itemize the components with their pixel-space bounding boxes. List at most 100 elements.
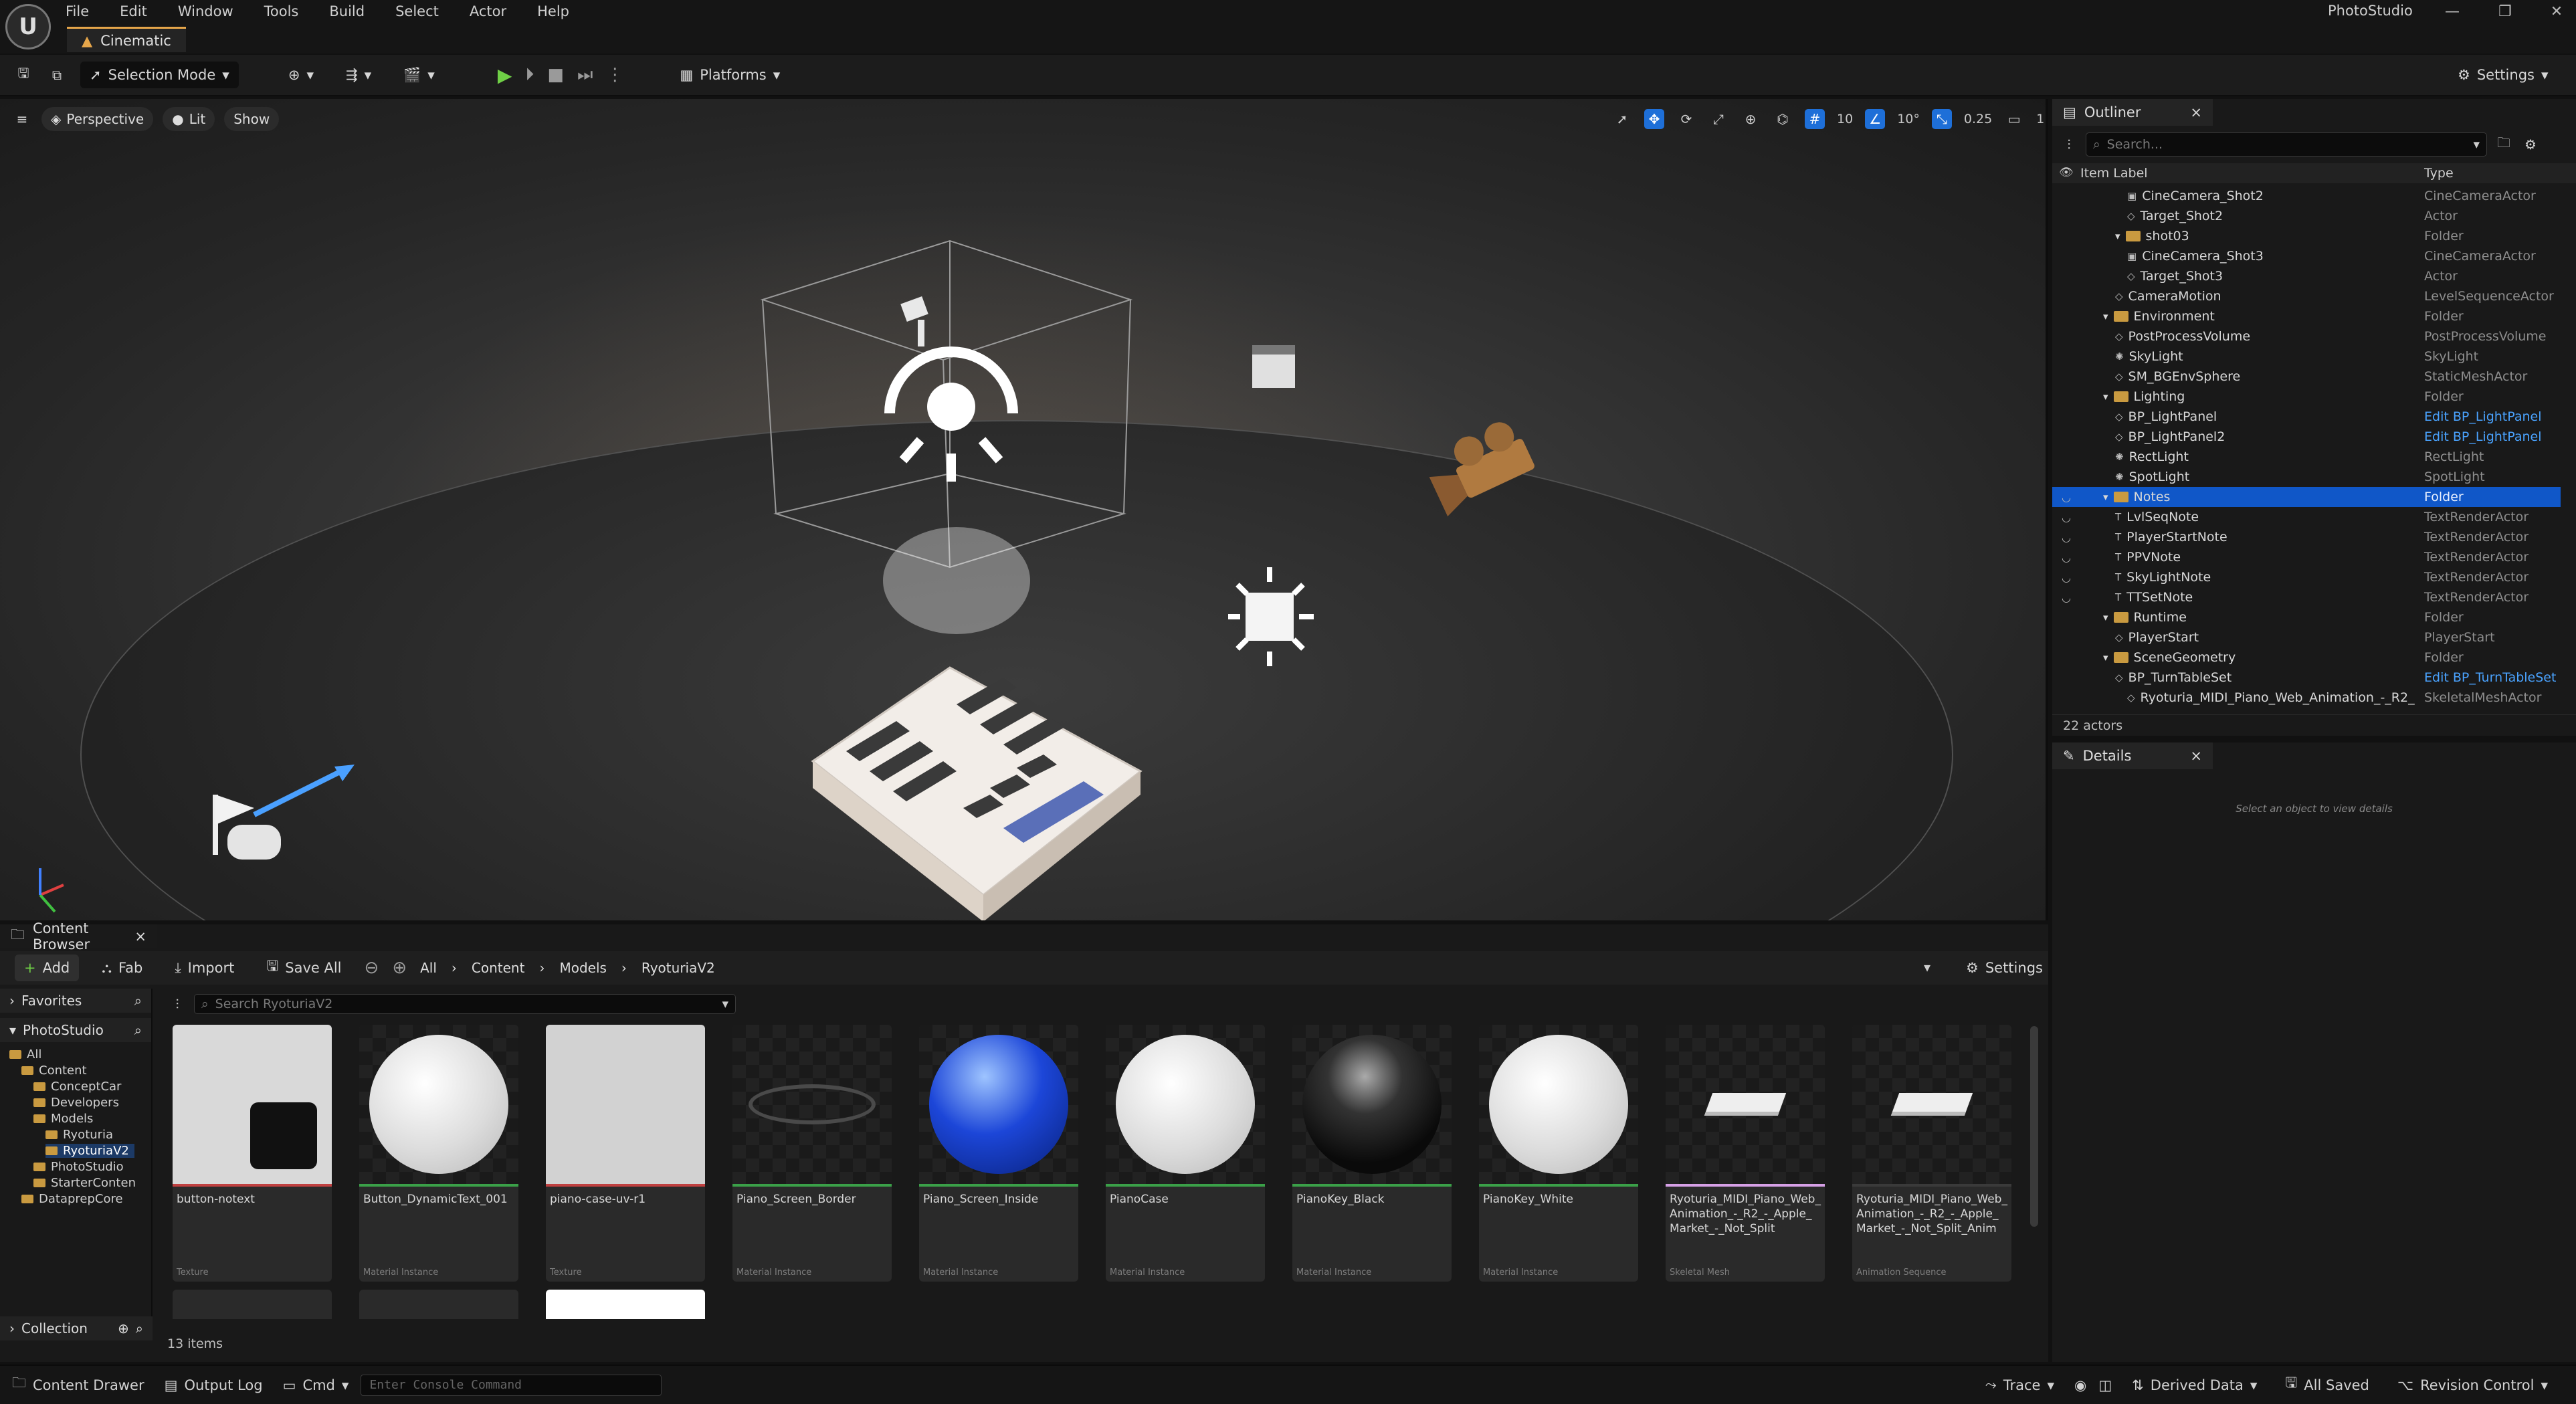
save-icon[interactable]: 🖫 — [13, 65, 33, 85]
outliner-row[interactable]: ◇ BP_LightPanel Edit BP_LightPanel — [2052, 407, 2561, 427]
content-drawer-button[interactable]: 🗀 Content Drawer — [4, 1372, 153, 1399]
outliner-row[interactable]: ◇ Target_Shot3 Actor — [2052, 266, 2561, 286]
asset-tile-partial[interactable] — [359, 1290, 518, 1319]
chevron-down-icon[interactable]: ▾ — [2103, 310, 2108, 322]
revision-control-button[interactable]: ⌥ Revision Control ▾ — [2389, 1372, 2556, 1399]
visibility-eye-icon[interactable]: ◡ — [2062, 591, 2071, 604]
close-tab-icon[interactable]: × — [2190, 104, 2202, 120]
launch-icon[interactable]: ⏭ — [577, 65, 593, 86]
outliner-row[interactable]: ◡ T LvlSeqNote TextRenderActor — [2052, 507, 2561, 527]
settings-dropdown[interactable]: ⚙ Settings ▾ — [2448, 62, 2558, 88]
output-log-button[interactable]: ▤ Output Log — [157, 1372, 271, 1399]
chevron-down-icon[interactable]: ▾ — [2103, 491, 2108, 503]
level-viewport[interactable]: ≡ ◈ Perspective ● Lit Show ➚ ✥ ⟳ ⤢ ⊕ ⌬ #… — [0, 99, 2048, 920]
outliner-row[interactable]: ▣ CineCamera_Shot3 CineCameraActor — [2052, 246, 2561, 266]
outliner-row[interactable]: ◇ BP_LightPanel2 Edit BP_LightPanel — [2052, 427, 2561, 447]
console-input[interactable]: Enter Console Command — [361, 1374, 662, 1396]
outliner-row[interactable]: ◡ T PPVNote TextRenderActor — [2052, 547, 2561, 567]
outliner-row[interactable]: ▾ Environment Folder — [2052, 306, 2561, 326]
visibility-eye-icon[interactable]: ◡ — [2062, 571, 2071, 584]
outliner-row[interactable]: ◡ T TTSetNote TextRenderActor — [2052, 587, 2561, 607]
play-icon[interactable]: ▶ — [498, 64, 512, 86]
outliner-row[interactable]: ▣ CineCamera_Shot2 CineCameraActor — [2052, 186, 2561, 206]
eye-icon[interactable]: 👁 — [2059, 166, 2074, 179]
menu-build[interactable]: Build — [329, 3, 365, 19]
asset-tile[interactable]: piano-case-uv-r1 Texture — [546, 1025, 705, 1282]
menu-help[interactable]: Help — [537, 3, 569, 19]
add-folder-icon[interactable]: 🗀 — [2494, 134, 2514, 155]
asset-tile-partial[interactable] — [546, 1290, 705, 1319]
outliner-tab[interactable]: ▤ Outliner × — [2052, 99, 2213, 126]
outliner-row[interactable]: ▾ Runtime Folder — [2052, 607, 2561, 627]
add-actor-dropdown[interactable]: ⊕ ▾ — [279, 62, 323, 88]
step-icon[interactable]: ⏵ — [525, 65, 534, 86]
all-saved-button[interactable]: 🖫 All Saved — [2277, 1372, 2377, 1399]
menu-window[interactable]: Window — [178, 3, 233, 19]
asset-tile[interactable]: Button_DynamicText_001 Material Instance — [359, 1025, 518, 1282]
asset-tile[interactable]: PianoKey_Black Material Instance — [1292, 1025, 1452, 1282]
trace-dropdown[interactable]: ⤳ Trace ▾ — [1977, 1372, 2062, 1399]
edit-blueprint-link[interactable]: Edit BP_LightPanel — [2424, 429, 2542, 444]
menu-edit[interactable]: Edit — [120, 3, 147, 19]
record-icon[interactable]: ◉ — [2074, 1377, 2086, 1393]
cmd-dropdown[interactable]: ▭ Cmd ▾ — [275, 1372, 357, 1399]
edit-blueprint-link[interactable]: Edit BP_LightPanel — [2424, 409, 2542, 424]
asset-tile-partial[interactable] — [173, 1290, 332, 1319]
asset-scrollbar[interactable] — [2030, 1026, 2038, 1227]
asset-tile[interactable]: Ryoturia_MIDI_Piano_Web_Animation_-_R2_-… — [1666, 1025, 1825, 1282]
outliner-row[interactable]: ◡ ▾ Notes Folder — [2052, 487, 2561, 507]
chevron-down-icon[interactable]: ▾ — [2103, 611, 2108, 623]
outliner-row[interactable]: ◇ BP_TurnTableSet Edit BP_TurnTableSet — [2052, 668, 2561, 688]
outliner-row[interactable]: ◇ PostProcessVolume PostProcessVolume — [2052, 326, 2561, 346]
camera-icon[interactable]: ◫ — [2098, 1377, 2112, 1393]
blueprint-dropdown[interactable]: ⇶ ▾ — [336, 62, 381, 88]
asset-tile[interactable]: Piano_Screen_Border Material Instance — [732, 1025, 892, 1282]
menu-tools[interactable]: Tools — [264, 3, 299, 19]
asset-tile[interactable]: button-notext Texture — [173, 1025, 332, 1282]
outliner-row[interactable]: ▾ Lighting Folder — [2052, 387, 2561, 407]
outliner-row[interactable]: ◇ PlayerStart PlayerStart — [2052, 627, 2561, 647]
col-item-label[interactable]: Item Label — [2080, 166, 2148, 181]
col-type[interactable]: Type — [2424, 166, 2454, 181]
minimize-icon[interactable]: — — [2445, 3, 2460, 20]
menu-file[interactable]: File — [66, 3, 89, 19]
outliner-row[interactable]: ◇ CameraMotion LevelSequenceActor — [2052, 286, 2561, 306]
outliner-row[interactable]: ✺ SpotLight SpotLight — [2052, 467, 2561, 487]
outliner-row[interactable]: ◇ Ryoturia_MIDI_Piano_Web_Animation_-_R2_… — [2052, 688, 2561, 708]
outliner-search-input[interactable]: ⌕ Search... ▾ — [2086, 132, 2487, 157]
chevron-down-icon[interactable]: ▾ — [2103, 391, 2108, 403]
outliner-row[interactable]: ✺ SkyLight SkyLight — [2052, 346, 2561, 367]
details-tab[interactable]: ✎ Details × — [2052, 742, 2213, 769]
close-tab-icon[interactable]: × — [2190, 748, 2202, 764]
asset-tile[interactable]: Piano_Screen_Inside Material Instance — [919, 1025, 1078, 1282]
source-control-icon[interactable]: ⧉ — [47, 65, 67, 85]
unreal-logo-icon[interactable]: U — [5, 4, 51, 49]
chevron-down-icon[interactable]: ▾ — [2115, 230, 2120, 242]
visibility-eye-icon[interactable]: ◡ — [2062, 511, 2071, 524]
level-tab-cinematic[interactable]: ▲ Cinematic — [67, 27, 186, 52]
selection-mode-dropdown[interactable]: ➚ Selection Mode ▾ — [80, 62, 239, 88]
more-options-icon[interactable]: ⋮ — [606, 65, 623, 85]
outliner-row[interactable]: ▾ shot03 Folder — [2052, 226, 2561, 246]
gear-icon[interactable]: ⚙ — [2520, 134, 2541, 155]
menu-actor[interactable]: Actor — [470, 3, 506, 19]
visibility-eye-icon[interactable]: ◡ — [2062, 531, 2071, 544]
menu-select[interactable]: Select — [395, 3, 439, 19]
filter-icon[interactable]: ⫶ — [2059, 134, 2079, 155]
outliner-row[interactable]: ◡ T PlayerStartNote TextRenderActor — [2052, 527, 2561, 547]
outliner-row[interactable]: ✺ RectLight RectLight — [2052, 447, 2561, 467]
cinematics-dropdown[interactable]: 🎬 ▾ — [394, 62, 444, 88]
visibility-eye-icon[interactable]: ◡ — [2062, 551, 2071, 564]
chevron-down-icon[interactable]: ▾ — [2103, 651, 2108, 664]
asset-tile[interactable]: PianoCase Material Instance — [1106, 1025, 1265, 1282]
asset-tile[interactable]: Ryoturia_MIDI_Piano_Web_Animation_-_R2_-… — [1852, 1025, 2011, 1282]
outliner-row[interactable]: ◡ T SkyLightNote TextRenderActor — [2052, 567, 2561, 587]
derived-data-button[interactable]: ⇅ Derived Data ▾ — [2124, 1372, 2265, 1399]
outliner-row[interactable]: ▾ SceneGeometry Folder — [2052, 647, 2561, 668]
edit-blueprint-link[interactable]: Edit BP_TurnTableSet — [2424, 670, 2556, 685]
outliner-row[interactable]: ◇ SM_BGEnvSphere StaticMeshActor — [2052, 367, 2561, 387]
platforms-dropdown[interactable]: ▦ Platforms ▾ — [670, 62, 789, 88]
outliner-row[interactable]: ◇ Target_Shot2 Actor — [2052, 206, 2561, 226]
visibility-eye-icon[interactable]: ◡ — [2062, 491, 2071, 504]
stop-icon[interactable]: ■ — [547, 65, 564, 85]
